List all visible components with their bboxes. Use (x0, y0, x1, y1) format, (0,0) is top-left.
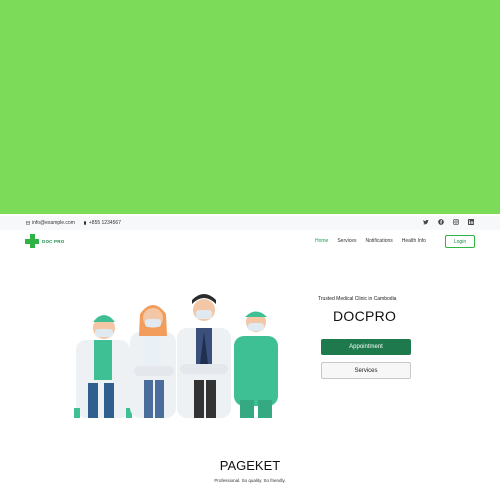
section-title: PAGEKET (219, 458, 281, 473)
email-text: info@example.com (32, 220, 75, 226)
mail-icon (26, 221, 30, 225)
nav-links: Home Services Notifications Health Info (315, 238, 426, 244)
doctor-figure (130, 305, 176, 418)
doctor-figure (177, 294, 231, 418)
social-links (422, 219, 474, 226)
hero-tagline: Trusted Medical Clinic in Cambodia (318, 296, 397, 302)
linkedin-icon[interactable] (467, 219, 474, 226)
top-contact-bar: info@example.com +855 1234567 (0, 216, 500, 230)
nav-link-services[interactable]: Services (337, 238, 356, 244)
login-button[interactable]: Login (445, 235, 475, 248)
nav-link-home[interactable]: Home (315, 238, 328, 244)
twitter-icon[interactable] (422, 219, 429, 226)
main-navbar: DOC PRO Home Services Notifications Heal… (0, 232, 500, 252)
doctor-figure (74, 315, 132, 418)
hero-brand-title: DOCPRO (333, 308, 397, 324)
section-subtitle: Professional. So quality. So friendly. (214, 478, 286, 483)
phone-text: +855 1234567 (88, 220, 121, 226)
facebook-icon[interactable] (437, 219, 444, 226)
nurse-figure (234, 311, 278, 418)
instagram-icon[interactable] (452, 219, 459, 226)
email-contact[interactable]: info@example.com (26, 220, 75, 226)
contact-info: info@example.com +855 1234567 (26, 220, 121, 226)
nav-link-health-info[interactable]: Health Info (402, 238, 426, 244)
medical-team-illustration (74, 294, 278, 418)
medical-cross-icon (25, 234, 39, 248)
logo-text: DOC PRO (42, 238, 65, 244)
phone-contact[interactable]: +855 1234567 (83, 220, 121, 226)
hero-banner-image (0, 0, 500, 214)
nav-link-notifications[interactable]: Notifications (366, 238, 393, 244)
appointment-button[interactable]: Appointment (321, 339, 411, 355)
site-logo[interactable]: DOC PRO (25, 234, 64, 248)
services-button[interactable]: Services (321, 362, 411, 379)
phone-icon (83, 221, 86, 225)
